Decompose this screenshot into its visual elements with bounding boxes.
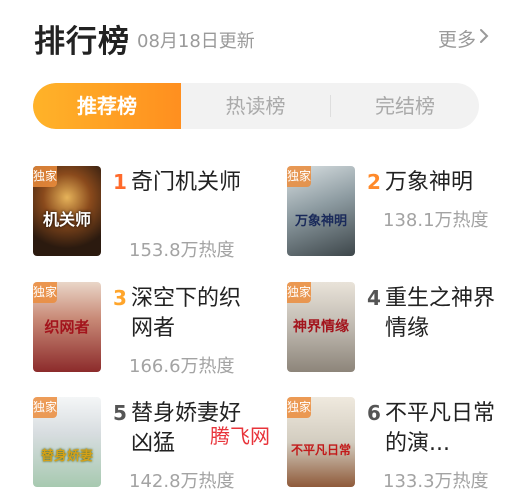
rank-number: 5 — [113, 401, 127, 425]
cover-title: 替身娇妻 — [40, 449, 93, 464]
book-heat: 133.3万热度 — [383, 471, 489, 492]
watermark: 腾飞网 — [210, 424, 270, 448]
exclusive-badge: 独家 — [287, 397, 311, 418]
book-title: 奇门机关师 — [131, 170, 242, 195]
exclusive-badge: 独家 — [33, 282, 57, 303]
more-link[interactable]: 更多 — [438, 25, 476, 52]
rank-number: 3 — [113, 286, 127, 310]
book-item[interactable]: 独家 机关师 1 奇门机关师 153.8万热度 — [33, 166, 273, 270]
tab-hot-read[interactable]: 热读榜 — [181, 83, 330, 129]
book-title: 深空下的织网者 — [131, 286, 242, 341]
cover-title: 机关师 — [42, 210, 91, 229]
book-item[interactable]: 独家 神界情缘 4 重生之神界情缘 — [287, 282, 520, 386]
tab-recommend[interactable]: 推荐榜 — [33, 83, 181, 129]
cover-title: 不平凡日常 — [290, 443, 351, 457]
rank-number: 6 — [367, 401, 381, 425]
header: 排行榜 08月18日更新 更多 — [0, 0, 520, 72]
book-heat: 166.6万热度 — [129, 356, 235, 377]
update-date: 08月18日更新 — [137, 31, 255, 52]
book-item[interactable]: 独家 织网者 3 深空下的织网者 166.6万热度 — [33, 282, 273, 386]
ranking-tabs: 推荐榜 热读榜 完结榜 — [33, 83, 479, 129]
cover-title: 万象神明 — [294, 214, 347, 229]
rank-number: 2 — [367, 170, 381, 194]
rank-number: 4 — [367, 286, 381, 310]
book-cover[interactable]: 独家 机关师 — [33, 166, 101, 256]
book-heat: 153.8万热度 — [129, 240, 235, 261]
exclusive-badge: 独家 — [287, 166, 311, 187]
book-item[interactable]: 独家 不平凡日常 6 不平凡日常的演... 133.3万热度 — [287, 397, 520, 501]
page-title: 排行榜 — [34, 24, 130, 60]
book-cover[interactable]: 独家 织网者 — [33, 282, 101, 372]
book-title: 不平凡日常的演... — [385, 401, 496, 456]
book-cover[interactable]: 独家 替身娇妻 — [33, 397, 101, 487]
book-item[interactable]: 独家 替身娇妻 5 替身娇妻好凶猛 142.8万热度 — [33, 397, 273, 501]
rank-number: 1 — [113, 170, 127, 194]
book-cover[interactable]: 独家 不平凡日常 — [287, 397, 355, 487]
book-cover[interactable]: 独家 万象神明 — [287, 166, 355, 256]
cover-title: 神界情缘 — [293, 319, 349, 335]
book-heat: 138.1万热度 — [383, 210, 489, 231]
book-heat: 142.8万热度 — [129, 471, 235, 492]
book-title: 万象神明 — [385, 170, 474, 195]
chevron-right-icon[interactable] — [475, 27, 493, 45]
tab-completed[interactable]: 完结榜 — [331, 83, 479, 129]
book-title: 重生之神界情缘 — [385, 286, 496, 341]
cover-title: 织网者 — [44, 318, 90, 336]
exclusive-badge: 独家 — [33, 397, 57, 418]
exclusive-badge: 独家 — [33, 166, 57, 187]
book-cover[interactable]: 独家 神界情缘 — [287, 282, 355, 372]
book-item[interactable]: 独家 万象神明 2 万象神明 138.1万热度 — [287, 166, 520, 270]
exclusive-badge: 独家 — [287, 282, 311, 303]
